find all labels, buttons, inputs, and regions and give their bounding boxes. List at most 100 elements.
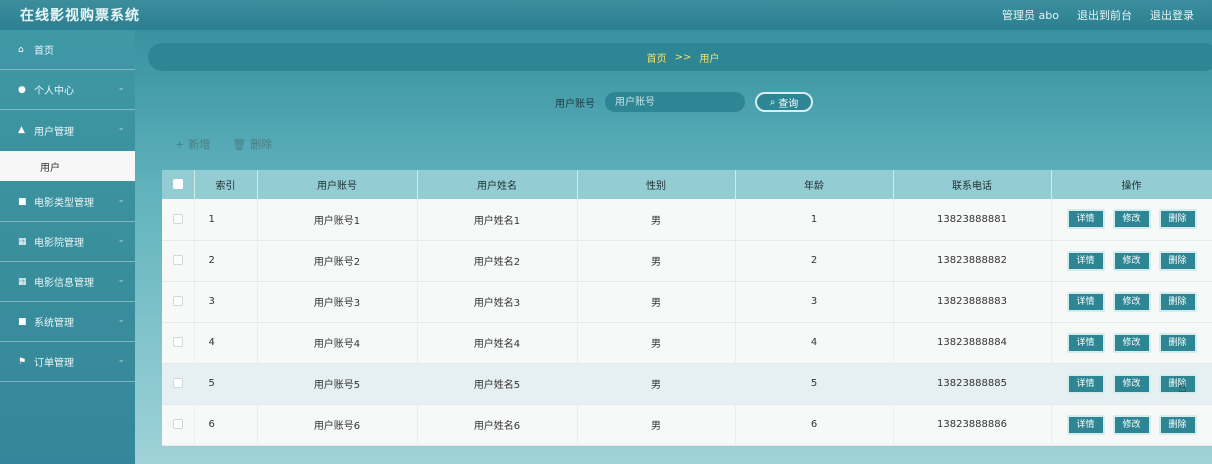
breadcrumb-home[interactable]: 首页 [647,50,667,65]
sidebar-item-movie-type-management[interactable]: ■ 电影类型管理 ⌄ [0,182,135,222]
sidebar-item-label: 用户管理 [34,126,74,138]
search-input[interactable] [605,92,745,112]
cell-gender: 男 [577,404,736,445]
sidebar-item-system-management[interactable]: ■ 系统管理 ⌄ [0,302,135,342]
breadcrumb-current: 用户 [699,53,720,65]
row-checkbox[interactable] [172,419,183,429]
row-delete-button[interactable]: 删除 [1158,414,1197,435]
delete-button[interactable]: 🗑 删除 [232,136,272,152]
trash-icon: 🗑 [232,137,247,151]
cell-age: 6 [735,404,894,445]
cell-gender: 男 [577,199,736,240]
cell-operations: 详情 修改 删除 [1051,281,1212,322]
search-button-label: 查询 [778,98,799,110]
select-all-checkbox[interactable] [172,179,183,189]
cell-age: 1 [735,199,894,240]
row-delete-button[interactable]: 删除 [1158,209,1197,230]
top-right-links: 管理员 abo 退出到前台 退出登录 [1002,7,1194,23]
cell-gender: 男 [577,281,736,322]
sidebar-item-label: 首页 [34,46,54,57]
cell-operations: 详情 修改 删除 [1051,322,1212,363]
cell-index: 3 [194,281,258,322]
row-checkbox-cell [162,281,195,322]
sidebar-item-movie-info-management[interactable]: ▦ 电影信息管理 ⌄ [0,262,135,302]
row-delete-button[interactable]: 删除 [1158,250,1197,271]
cell-index: 6 [194,404,258,445]
add-button[interactable]: + 新增 [175,136,210,152]
cell-gender: 男 [577,322,736,363]
users-icon: ▲ [18,125,25,135]
logout-link[interactable]: 退出登录 [1150,7,1194,23]
row-delete-button[interactable]: 删除 [1158,332,1197,353]
sidebar-item-user-management[interactable]: ▲ 用户管理 ⌄ [0,110,135,150]
cell-phone: 13823888881 [893,199,1052,240]
row-checkbox[interactable] [172,296,183,306]
home-icon: ⌂ [18,44,24,55]
mouse-cursor-icon: ☝ [1178,380,1187,396]
select-all-checkbox-cell [162,170,195,199]
action-bar: + 新增 🗑 删除 [175,136,272,152]
cell-name: 用户姓名3 [417,281,578,322]
cell-name: 用户姓名6 [417,404,578,445]
cell-account: 用户账号1 [257,199,418,240]
cell-phone: 13823888882 [893,240,1052,281]
lock-icon: ■ [18,316,27,327]
cell-account: 用户账号6 [257,404,418,445]
column-header: 联系电话 [893,170,1052,199]
table-row: 5 用户账号5 用户姓名5 男 5 13823888885 详情 修改 删除 [162,363,1212,404]
sidebar-subitem-user[interactable]: 用户 [0,151,135,181]
column-header: 用户账号 [257,170,418,199]
row-checkbox[interactable] [172,378,183,388]
row-checkbox-cell [162,199,195,240]
cell-operations: 详情 修改 删除 [1051,199,1212,240]
sidebar-item-label: 个人中心 [34,86,74,97]
cell-index: 5 [194,363,258,404]
sidebar-item-home[interactable]: ⌂ 首页 [0,30,135,70]
cell-index: 2 [194,240,258,281]
edit-button[interactable]: 修改 [1112,291,1151,312]
sidebar-item-order-management[interactable]: ⚑ 订单管理 ⌄ [0,342,135,382]
cell-operations: 详情 修改 删除 [1051,404,1212,445]
sidebar-item-cinema-management[interactable]: ▦ 电影院管理 ⌄ [0,222,135,262]
sidebar-item-label: 电影院管理 [34,238,84,249]
detail-button[interactable]: 详情 [1066,250,1105,271]
sidebar-item-personal-center[interactable]: ● 个人中心 ⌄ [0,70,135,110]
row-delete-button[interactable]: 删除 [1158,291,1197,312]
breadcrumb-separator: >> [674,51,692,63]
detail-button[interactable]: 详情 [1066,373,1105,394]
chevron-down-icon: ⌄ [117,315,125,325]
search-button[interactable]: ⌕ 查询 [755,92,813,112]
edit-button[interactable]: 修改 [1112,250,1151,271]
chevron-down-icon: ⌄ [117,195,125,205]
cell-operations: 详情 修改 删除 [1051,363,1212,404]
detail-button[interactable]: 详情 [1066,209,1105,230]
search-row: 用户账号 ⌕ 查询 [555,92,813,112]
table-row: 6 用户账号6 用户姓名6 男 6 13823888886 详情 修改 删除 [162,404,1212,445]
table-row: 2 用户账号2 用户姓名2 男 2 13823888882 详情 修改 删除 [162,240,1212,281]
detail-button[interactable]: 详情 [1066,291,1105,312]
sidebar-item-label: 电影类型管理 [34,198,94,209]
detail-button[interactable]: 详情 [1066,332,1105,353]
search-icon: ⌕ [769,96,776,108]
search-label: 用户账号 [555,98,595,110]
chevron-down-icon: ⌄ [117,83,125,93]
cell-name: 用户姓名1 [417,199,578,240]
edit-button[interactable]: 修改 [1112,332,1151,353]
chevron-down-icon: ⌄ [117,123,125,133]
back-to-front-link[interactable]: 退出到前台 [1077,7,1132,23]
row-checkbox[interactable] [172,337,183,347]
edit-button[interactable]: 修改 [1112,414,1151,435]
edit-button[interactable]: 修改 [1112,373,1151,394]
row-checkbox[interactable] [172,255,183,265]
row-checkbox-cell [162,404,195,445]
chevron-down-icon: ⌄ [117,355,125,365]
row-checkbox[interactable] [172,213,183,224]
cell-age: 3 [735,281,894,322]
user-icon: ● [18,84,26,95]
detail-button[interactable]: 详情 [1066,414,1105,435]
main-content: 首页 >> 用户 用户账号 ⌕ 查询 + 新增 🗑 删除 [135,30,1212,464]
edit-button[interactable]: 修改 [1112,209,1151,230]
cell-account: 用户账号2 [257,240,418,281]
cell-operations: 详情 修改 删除 [1051,240,1212,281]
cell-name: 用户姓名4 [417,322,578,363]
